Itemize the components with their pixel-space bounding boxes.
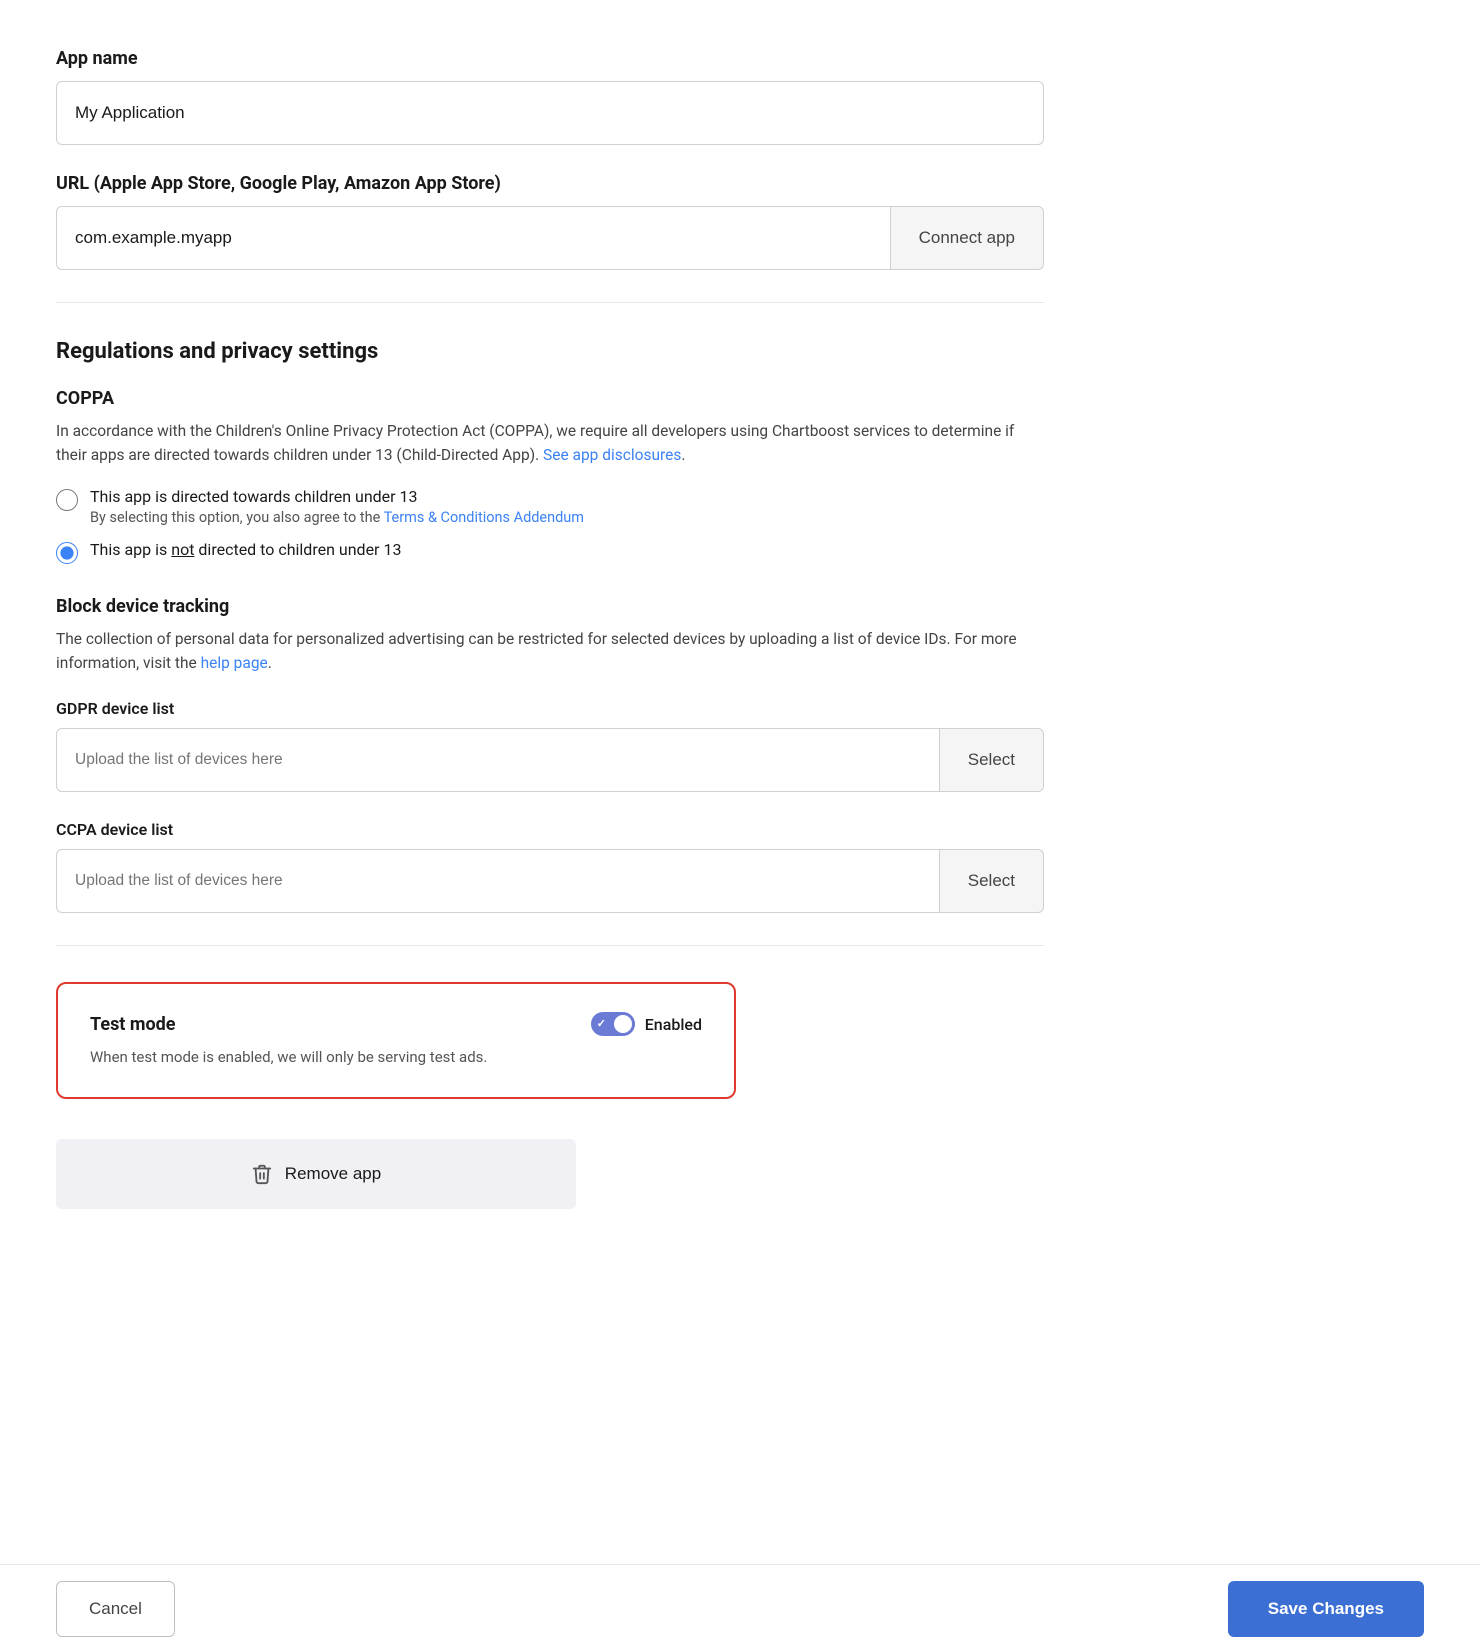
regulations-section-title: Regulations and privacy settings [56,339,1044,364]
ccpa-device-input[interactable] [56,849,939,913]
coppa-option1-label: This app is directed towards children un… [90,487,584,506]
remove-app-label: Remove app [285,1164,381,1184]
test-mode-box: Test mode ✓ Enabled When test mode is en… [56,982,736,1099]
block-tracking-section: Block device tracking The collection of … [56,596,1044,913]
remove-app-button[interactable]: Remove app [56,1139,576,1209]
toggle-slider [591,1012,635,1036]
test-mode-toggle[interactable]: ✓ [591,1012,635,1036]
ccpa-input-row: Select [56,849,1044,913]
block-tracking-divider [56,945,1044,946]
help-page-link[interactable]: help page [201,654,268,672]
coppa-option1-sublabel: By selecting this option, you also agree… [90,509,584,526]
coppa-directed-radio[interactable] [56,489,78,511]
coppa-description: In accordance with the Children's Online… [56,419,1044,467]
ccpa-label: CCPA device list [56,820,173,839]
save-changes-button[interactable]: Save Changes [1228,1581,1424,1637]
test-mode-header: Test mode ✓ Enabled [90,1012,702,1036]
trash-icon [251,1163,273,1185]
ccpa-select-button[interactable]: Select [939,849,1044,913]
test-mode-toggle-label: Enabled [645,1015,702,1034]
connect-app-button[interactable]: Connect app [890,206,1044,270]
gdpr-select-button[interactable]: Select [939,728,1044,792]
app-name-input[interactable] [56,81,1044,145]
terms-conditions-link[interactable]: Terms & Conditions Addendum [384,509,584,526]
coppa-option1-label-block: This app is directed towards children un… [90,487,584,526]
coppa-radio-option-2: This app is not directed to children und… [56,540,1044,564]
coppa-radio-group: This app is directed towards children un… [56,487,1044,564]
block-tracking-description: The collection of personal data for pers… [56,627,1044,675]
test-mode-toggle-row: ✓ Enabled [591,1012,702,1036]
cancel-button[interactable]: Cancel [56,1581,175,1637]
test-mode-description: When test mode is enabled, we will only … [90,1046,702,1069]
coppa-description-text: In accordance with the Children's Online… [56,422,1014,464]
coppa-option2-label-block: This app is not directed to children und… [90,540,401,559]
footer-bar: Cancel Save Changes [0,1564,1480,1652]
app-name-label: App name [56,48,1044,69]
gdpr-device-input[interactable] [56,728,939,792]
url-input[interactable] [56,206,890,270]
block-tracking-subtitle: Block device tracking [56,596,1044,617]
not-text: not [171,540,194,559]
coppa-not-directed-radio[interactable] [56,542,78,564]
gdpr-input-row: Select [56,728,1044,792]
coppa-subtitle: COPPA [56,388,1044,409]
coppa-option2-label: This app is not directed to children und… [90,540,401,559]
coppa-radio-option-1: This app is directed towards children un… [56,487,1044,526]
gdpr-label: GDPR device list [56,699,174,718]
see-app-disclosures-link[interactable]: See app disclosures [543,446,681,464]
gdpr-device-list-section: GDPR device list Select [56,699,1044,792]
test-mode-title: Test mode [90,1014,175,1035]
ccpa-device-list-section: CCPA device list Select [56,820,1044,913]
url-row: Connect app [56,206,1044,270]
section-divider [56,302,1044,303]
url-label: URL (Apple App Store, Google Play, Amazo… [56,173,1044,194]
